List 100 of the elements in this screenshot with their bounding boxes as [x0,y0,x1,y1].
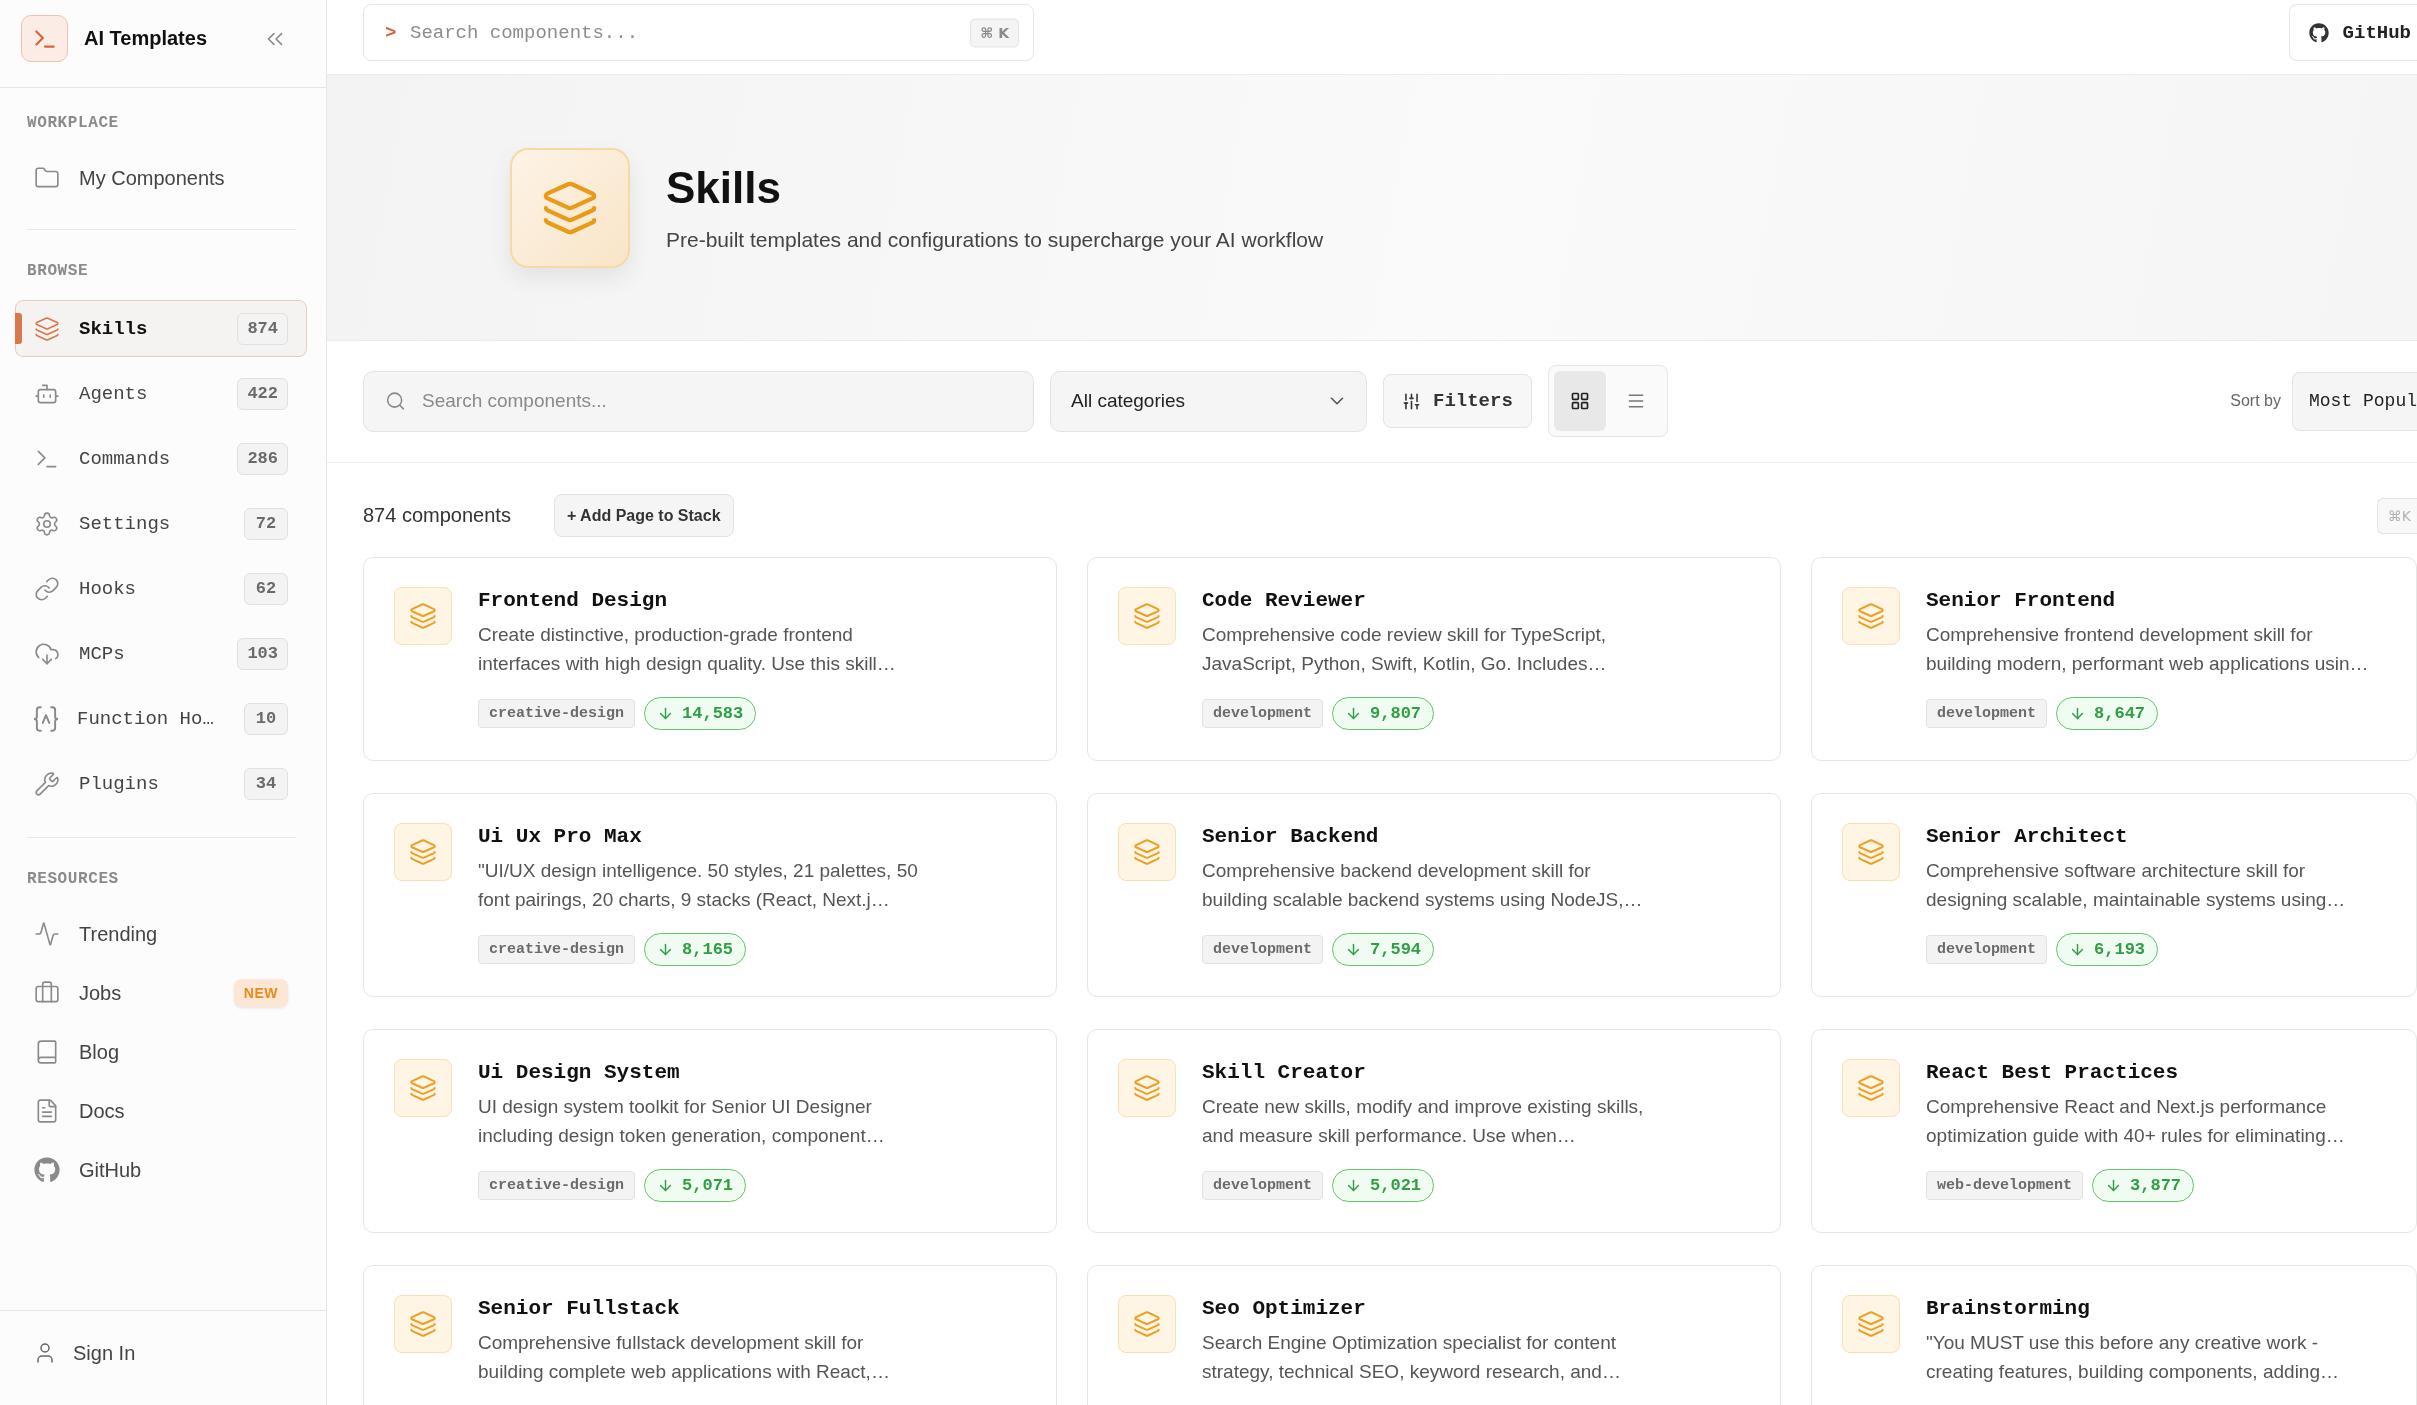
count-badge: 874 [237,312,288,345]
skill-card[interactable]: Senior Frontend Comprehensive frontend development skill for building modern, performant web applications usin… development 8,647 [1811,557,2417,761]
github-icon [34,1157,60,1183]
layers-icon [394,823,452,881]
nav-item[interactable]: Settings 72 [15,495,307,552]
skill-card[interactable]: React Best Practices Comprehensive React and Next.js performance optimization guide with 40+ rules for eliminating… web-development 3,877 [1811,1029,2417,1233]
layers-icon [510,147,630,268]
download-count: 9,807 [1370,704,1422,723]
grid-view-button[interactable] [1553,371,1606,431]
skill-card[interactable]: Frontend Design Create distinctive, production-grade frontend interfaces with high design quality. Use this skill… creative-design 14,583 [363,557,1057,761]
link-icon [34,575,60,602]
card-title: React Best Practices [1926,1060,2179,1086]
category-tag: creative-design [478,935,636,964]
nav-item[interactable]: Function Ho… 10 [15,690,307,747]
nav-item[interactable]: Jobs NEW [15,967,307,1019]
download-count: 3,877 [2130,1176,2182,1195]
page-title: Skills [666,162,781,213]
category-tag: creative-design [478,699,636,728]
count-badge: 286 [237,442,288,475]
section-heading: RESOURCES [27,869,119,889]
skill-card[interactable]: Senior Backend Comprehensive backend development skill for building scalable backend systems using NodeJS,… development 7,594 [1087,793,1781,997]
count-badge: 72 [244,507,288,540]
nav-item[interactable]: Docs [15,1085,307,1137]
nav-item[interactable]: Commands 286 [15,430,307,487]
skill-card[interactable]: Brainstorming "You MUST use this before any creative work - creating features, building components, adding… [1811,1265,2417,1405]
layers-icon [1118,1059,1176,1117]
download-count: 8,647 [2094,704,2146,723]
card-description: "UI/UX design intelligence. 50 styles, 21 palettes, 50 font pairings, 20 charts, 9 stacks (React, Next.j… [478,859,919,912]
shortcut-key: ⌘K [2376,497,2417,534]
nav-item[interactable]: Trending [15,908,307,960]
card-description: Comprehensive software architecture skill for designing scalable, maintainable systems using… [1926,859,2347,912]
card-title: Frontend Design [478,588,668,614]
new-badge: NEW [233,979,288,1007]
nav-item[interactable]: Agents 422 [15,365,307,422]
sort-select[interactable]: Most Popul [2291,371,2417,431]
skill-card[interactable]: Ui Ux Pro Max "UI/UX design intelligence. 50 styles, 21 palettes, 50 font pairings, 20 charts, 9 stacks (React, Next.j… creative-design 8,165 [363,793,1057,997]
count-badge: 10 [244,702,288,735]
card-title: Skill Creator [1202,1060,1366,1086]
add-page-button[interactable]: + Add Page to Stack [553,494,734,537]
count-badge: 34 [244,767,288,800]
prompt-symbol: > [385,21,397,44]
category-tag: development [1202,1171,1324,1200]
github-button[interactable]: GitHub [2288,4,2417,61]
card-title: Seo Optimizer [1202,1296,1366,1322]
download-count: 14,583 [682,704,744,723]
settings-icon [34,510,60,537]
github-icon [2308,22,2329,43]
wrench-icon [34,770,60,797]
search-field[interactable]: Search components... [363,370,1034,432]
grid-icon [1569,391,1590,411]
layers-icon [1118,823,1176,881]
category-tag: development [1926,699,2048,728]
layers-icon [1842,1059,1900,1117]
layers-icon [394,1295,452,1353]
category-tag: web-development [1926,1171,2084,1200]
card-title: Code Reviewer [1202,588,1366,614]
nav-item[interactable]: Plugins 34 [15,755,307,812]
category-tag: creative-design [478,1171,636,1200]
sign-in-link[interactable]: Sign In [15,1327,146,1379]
filters-button[interactable]: Filters [1383,374,1532,428]
card-title: Senior Frontend [1926,588,2116,614]
count-badge: 62 [244,572,288,605]
layers-icon [1842,587,1900,645]
cloud-download-icon [34,640,60,667]
card-title: Brainstorming [1926,1296,2090,1322]
download-count: 8,165 [682,940,734,959]
skill-card[interactable]: Seo Optimizer Search Engine Optimization specialist for content strategy, technical SEO, keyword research, and… [1087,1265,1781,1405]
section-heading: BROWSE [27,261,89,281]
layers-icon [1842,823,1900,881]
nav-item[interactable]: GitHub [15,1144,307,1196]
download-count: 5,071 [682,1176,734,1195]
count-badge: 103 [237,637,288,670]
nav-item[interactable]: Blog [15,1026,307,1078]
braces-icon [34,705,58,732]
layers-icon [1842,1295,1900,1353]
card-description: Comprehensive fullstack development skill for building complete web applications with React,… [478,1331,891,1384]
skill-card[interactable]: Senior Fullstack Comprehensive fullstack development skill for building complete web applications with React,… [363,1265,1057,1405]
layers-icon [394,587,452,645]
nav-item[interactable]: Hooks 62 [15,560,307,617]
card-description: UI design system toolkit for Senior UI Designer including design token generation, component… [478,1095,886,1148]
nav-item[interactable]: Skills 874 [15,300,307,357]
category-select[interactable]: All categories [1050,370,1367,432]
skill-card[interactable]: Code Reviewer Comprehensive code review skill for TypeScript, JavaScript, Python, Swift, Kotlin, Go. Includes… development 9,807 [1087,557,1781,761]
layers-icon [34,315,60,342]
card-description: "You MUST use this before any creative work - creating features, building components, adding… [1926,1331,2340,1384]
card-title: Ui Ux Pro Max [478,824,642,850]
skill-card[interactable]: Skill Creator Create new skills, modify and improve existing skills, and measure skill performance. Use when… development 5,021 [1087,1029,1781,1233]
skill-card[interactable]: Senior Architect Comprehensive software architecture skill for designing scalable, maintainable systems using… development 6,193 [1811,793,2417,997]
card-description: Create new skills, modify and improve existing skills, and measure skill performance. Use when… [1202,1095,1645,1148]
card-description: Comprehensive frontend development skill for building modern, performant web applications usin… [1926,623,2370,676]
download-count: 6,193 [2094,940,2146,959]
section-heading: WORKPLACE [27,113,119,133]
card-title: Senior Backend [1202,824,1379,850]
card-description: Comprehensive code review skill for TypeScript, JavaScript, Python, Swift, Kotlin, Go. Includes… [1202,623,1608,676]
skill-card[interactable]: Ui Design System UI design system toolkit for Senior UI Designer including design token generation, component… creative-design 5,071 [363,1029,1057,1233]
card-description: Create distinctive, production-grade frontend interfaces with high design quality. Use this skill… [478,623,897,676]
nav-item[interactable]: MCPs 103 [15,625,307,682]
nav-item[interactable]: My Components [15,152,307,204]
card-title: Senior Architect [1926,824,2128,850]
layers-icon [1118,587,1176,645]
